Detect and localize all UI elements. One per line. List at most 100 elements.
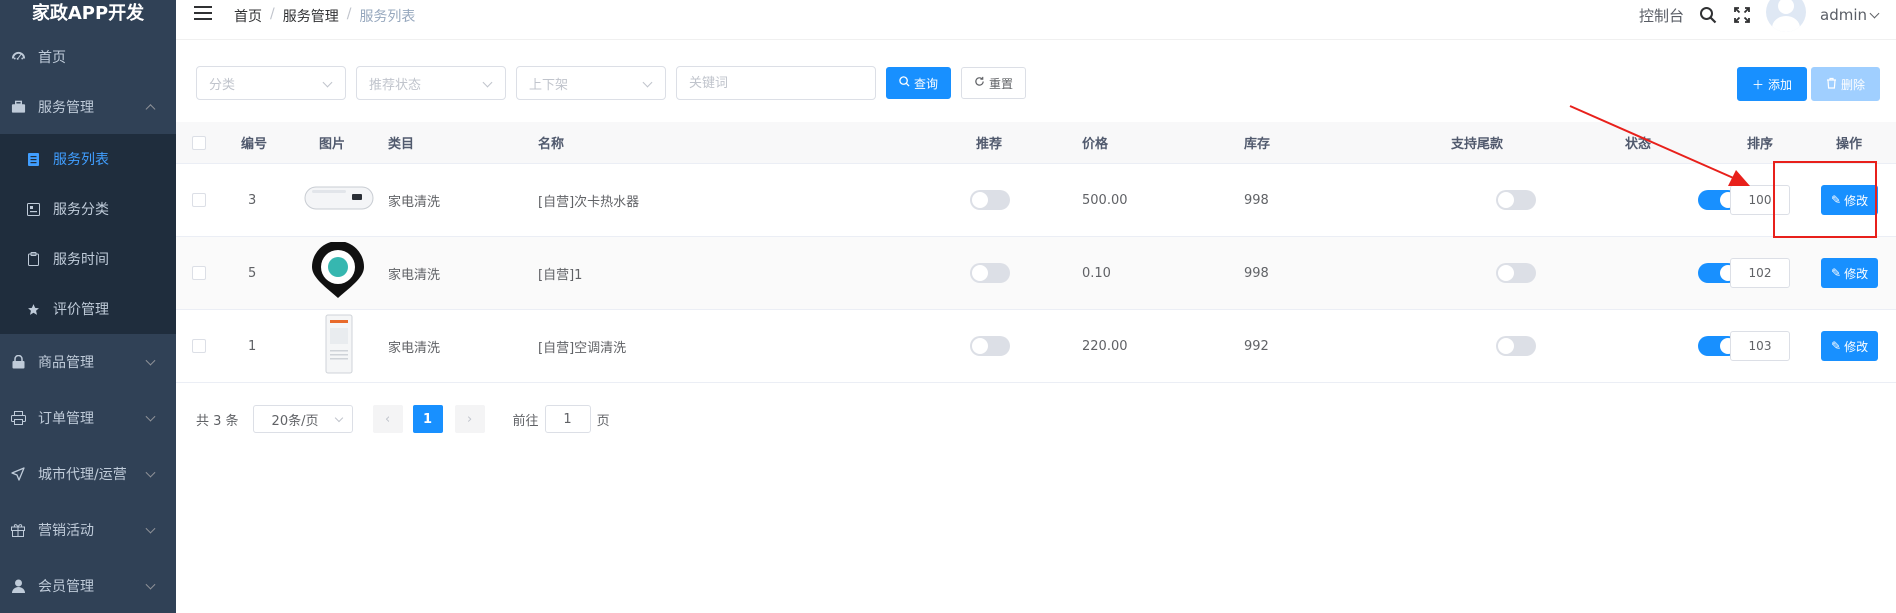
- chevron-down-icon: [145, 411, 156, 422]
- sidebar-item-label: 服务管理: [38, 100, 94, 116]
- annotation-arrow: [1569, 105, 1750, 186]
- fullscreen-icon[interactable]: [1732, 5, 1752, 25]
- row-stock: 998: [1244, 192, 1269, 208]
- sidebar-item-home[interactable]: 首页: [0, 34, 176, 80]
- recommend-toggle[interactable]: [970, 336, 1010, 356]
- chevron-up-icon: [145, 104, 156, 115]
- sidebar-item-label: 评价管理: [53, 302, 109, 318]
- edit-icon: ✎: [1831, 266, 1842, 280]
- table-row: 1 家电清洗 [自营]空调清洗 220.00 992 ✎ 修改: [176, 310, 1896, 383]
- sort-input[interactable]: [1730, 331, 1790, 361]
- sidebar-item-goods-management[interactable]: 商品管理: [0, 334, 176, 390]
- lock-icon: [10, 354, 26, 370]
- row-id: 1: [248, 338, 257, 354]
- chevron-down-icon: [642, 77, 653, 88]
- search-icon: [899, 76, 910, 90]
- chevron-down-icon: [1869, 8, 1880, 18]
- row-price: 500.00: [1082, 192, 1128, 208]
- row-name: [自营]1: [538, 267, 583, 283]
- printer-icon: [10, 410, 26, 426]
- breadcrumb-current: 服务列表: [359, 9, 416, 25]
- chevron-down-icon: [334, 413, 343, 423]
- avatar[interactable]: [1766, 0, 1806, 32]
- total-count: 共 3 条: [196, 413, 239, 429]
- row-name: [自营]次卡热水器: [538, 194, 640, 210]
- column-header: 图片: [319, 137, 346, 152]
- column-header: 操作: [1836, 137, 1863, 152]
- annotation-highlight-box: [1773, 161, 1877, 238]
- username: admin: [1820, 6, 1867, 24]
- shelf-status-select[interactable]: 上下架: [516, 66, 666, 100]
- chevron-down-icon: [145, 467, 156, 478]
- console-link[interactable]: 控制台: [1639, 5, 1684, 26]
- goto-prefix: 前往: [512, 413, 539, 429]
- hamburger-icon[interactable]: [194, 6, 212, 22]
- column-header: 编号: [241, 137, 268, 152]
- search-icon[interactable]: [1698, 5, 1718, 25]
- reset-button[interactable]: 重置: [961, 67, 1027, 99]
- column-header: 类目: [388, 137, 415, 152]
- sidebar-item-member-management[interactable]: 会员管理: [0, 558, 176, 613]
- sidebar-item-marketing[interactable]: 营销活动: [0, 502, 176, 558]
- sidebar-item-service-category[interactable]: 服务分类: [0, 184, 176, 234]
- page-number[interactable]: 1: [412, 405, 443, 433]
- category-select[interactable]: 分类: [196, 66, 346, 100]
- sort-input[interactable]: [1730, 258, 1790, 288]
- sidebar-item-review-management[interactable]: 评价管理: [0, 284, 176, 334]
- prev-page-button[interactable]: ‹: [372, 405, 403, 433]
- submenu-service-management: 服务列表 服务分类 服务时间 评价管理: [0, 134, 176, 334]
- recommend-status-select[interactable]: 推荐状态: [356, 66, 506, 100]
- star-icon: [26, 302, 40, 316]
- chevron-down-icon: [145, 523, 156, 534]
- user-dropdown[interactable]: admin: [1820, 6, 1880, 24]
- tail-payment-toggle[interactable]: [1496, 336, 1536, 356]
- column-header: 名称: [538, 137, 565, 152]
- select-all-checkbox[interactable]: [192, 135, 206, 150]
- row-category: 家电清洗: [388, 267, 441, 283]
- chevron-down-icon: [145, 579, 156, 590]
- sidebar-item-label: 商品管理: [38, 355, 94, 371]
- tail-payment-toggle[interactable]: [1496, 190, 1536, 210]
- list-icon: [26, 152, 40, 166]
- edit-icon: ✎: [1831, 339, 1842, 353]
- row-checkbox[interactable]: [192, 266, 206, 280]
- edit-button[interactable]: ✎ 修改: [1821, 331, 1879, 361]
- row-price: 0.10: [1082, 265, 1111, 281]
- edit-button[interactable]: ✎ 修改: [1821, 258, 1879, 288]
- sidebar-item-label: 城市代理/运营: [38, 467, 127, 483]
- row-id: 5: [248, 265, 257, 281]
- next-page-button[interactable]: ›: [454, 405, 485, 433]
- sidebar-item-label: 订单管理: [38, 411, 94, 427]
- delete-button[interactable]: 删除: [1810, 67, 1880, 101]
- row-stock: 998: [1244, 265, 1269, 281]
- sidebar-item-city-agent[interactable]: 城市代理/运营: [0, 446, 176, 502]
- row-name: [自营]空调清洗: [538, 340, 627, 356]
- keyword-input[interactable]: [676, 66, 876, 100]
- row-category: 家电清洗: [388, 340, 441, 356]
- row-checkbox[interactable]: [192, 339, 206, 353]
- service-image: [309, 241, 367, 304]
- sidebar-item-label: 会员管理: [38, 579, 94, 595]
- recommend-toggle[interactable]: [970, 263, 1010, 283]
- sidebar-item-service-management[interactable]: 服务管理: [0, 80, 176, 134]
- search-button[interactable]: 查询: [886, 67, 952, 99]
- sidebar-item-service-list[interactable]: 服务列表: [0, 134, 176, 184]
- sidebar-item-order-management[interactable]: 订单管理: [0, 390, 176, 446]
- sidebar-item-label: 服务时间: [53, 252, 109, 268]
- tail-payment-toggle[interactable]: [1496, 263, 1536, 283]
- goto-page-input[interactable]: [544, 405, 591, 433]
- location-arrow-icon: [10, 466, 26, 482]
- refresh-icon: [974, 76, 985, 90]
- sidebar-item-label: 服务列表: [53, 152, 109, 168]
- goto-suffix: 页: [596, 413, 610, 429]
- breadcrumb-item[interactable]: 首页: [234, 6, 262, 26]
- add-button[interactable]: ＋ 添加: [1736, 67, 1807, 101]
- sidebar-item-label: 首页: [38, 50, 66, 66]
- trash-icon: [1826, 77, 1837, 92]
- breadcrumb-item[interactable]: 服务管理: [283, 6, 339, 26]
- sidebar-item-service-time[interactable]: 服务时间: [0, 234, 176, 284]
- page-size-select[interactable]: 20条/页: [252, 405, 353, 433]
- row-checkbox[interactable]: [192, 193, 206, 207]
- recommend-toggle[interactable]: [970, 190, 1010, 210]
- sidebar-item-label: 服务分类: [53, 202, 109, 218]
